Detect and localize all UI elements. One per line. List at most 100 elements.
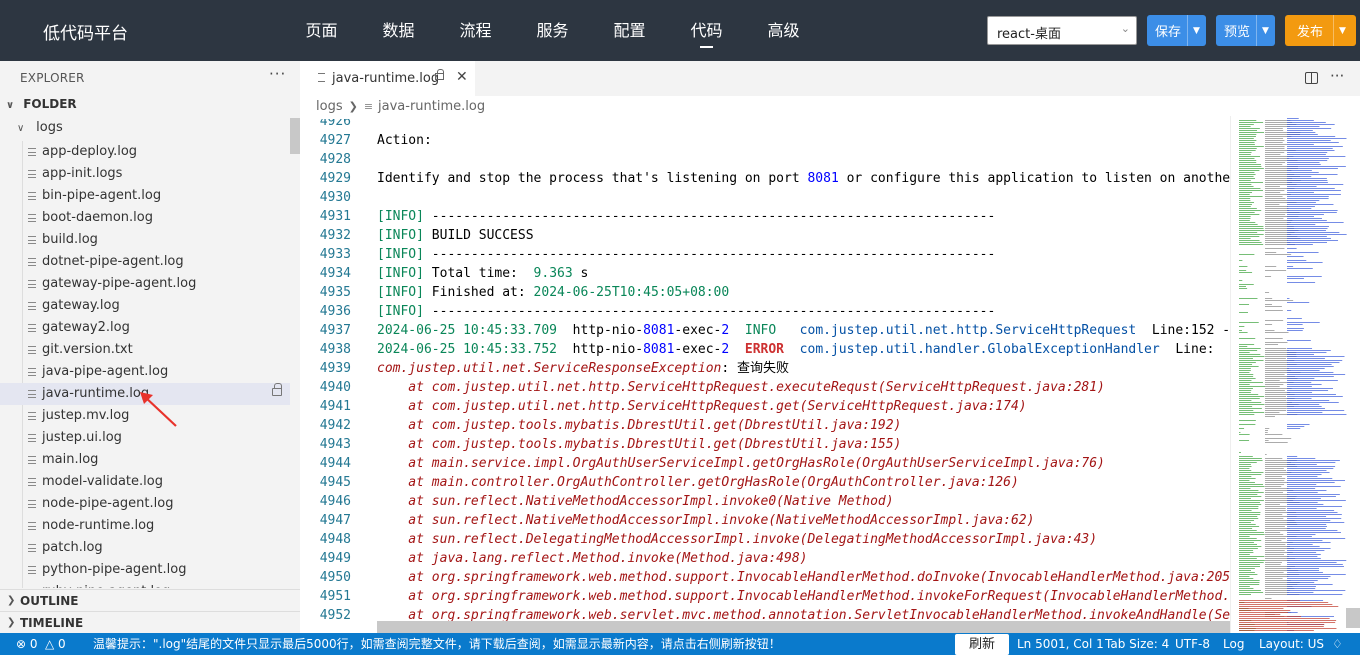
file-item[interactable]: gateway2.log xyxy=(0,317,290,339)
file-item[interactable]: dotnet-pipe-agent.log xyxy=(0,251,290,273)
refresh-button[interactable]: 刷新 xyxy=(955,634,1009,655)
chevron-down-icon: ⌄ xyxy=(1120,22,1130,35)
file-item[interactable]: java-pipe-agent.log xyxy=(0,361,290,383)
code-token: at sun.reflect.DelegatingMethodAccessorI… xyxy=(377,532,1098,547)
publish-dropdown-icon[interactable]: ▼ xyxy=(1333,15,1351,46)
code-token: 8081 xyxy=(643,342,675,357)
timeline-section[interactable]: ❯ TIMELINE xyxy=(0,611,300,633)
nav-pages[interactable]: 页面 xyxy=(283,0,360,61)
file-item[interactable]: git.version.txt xyxy=(0,339,290,361)
breadcrumb-logs[interactable]: logs xyxy=(316,99,343,114)
lock-icon xyxy=(272,383,282,396)
file-icon xyxy=(318,73,325,82)
file-item[interactable]: app-init.logs xyxy=(0,163,290,185)
file-item[interactable]: python-pipe-agent.log xyxy=(0,559,290,581)
file-item[interactable]: app-deploy.log xyxy=(0,141,290,163)
line-number: 4927 xyxy=(319,133,351,148)
file-name: java-pipe-agent.log xyxy=(42,364,169,379)
code-token: com.justep.util.net.ServiceResponseExcep… xyxy=(377,361,722,376)
timeline-label: TIMELINE xyxy=(20,616,84,630)
keyboard-layout[interactable]: Layout: US xyxy=(1259,633,1324,655)
minimap[interactable] xyxy=(1230,116,1360,633)
save-dropdown-icon[interactable]: ▼ xyxy=(1187,15,1205,46)
split-editor-icon[interactable] xyxy=(1305,72,1318,84)
nav-data[interactable]: 数据 xyxy=(360,0,437,61)
chevron-down-icon: ∨ xyxy=(17,123,25,134)
code-line: 4936 [INFO] -----------------------------… xyxy=(300,302,1230,321)
line-number: 4938 xyxy=(319,342,351,357)
file-item[interactable]: model-validate.log xyxy=(0,471,290,493)
warning-count[interactable]: △ 0 xyxy=(45,633,66,655)
code-view[interactable]: 4926 4927 Action: 4928 4929 Identify and stop… xyxy=(300,119,1230,633)
file-item[interactable]: node-pipe-agent.log xyxy=(0,493,290,515)
encoding[interactable]: UTF-8 xyxy=(1175,633,1210,655)
nav-process[interactable]: 流程 xyxy=(437,0,514,61)
line-number: 4942 xyxy=(319,418,351,433)
code-line: 4928 xyxy=(300,150,1230,169)
error-count[interactable]: ⊗ 0 xyxy=(16,633,38,655)
file-icon xyxy=(28,170,36,178)
line-number: 4943 xyxy=(319,437,351,452)
code-token: Finished at: xyxy=(423,285,534,300)
code-token: at com.justep.util.net.http.ServiceHttpR… xyxy=(377,399,1027,414)
language-mode[interactable]: Log xyxy=(1223,633,1244,655)
file-item[interactable]: ruby-pipe-agent.log xyxy=(0,581,290,588)
breadcrumb-file[interactable]: java-runtime.log xyxy=(378,99,485,114)
code-token: [INFO] xyxy=(377,247,424,262)
file-icon xyxy=(28,500,36,508)
more-icon[interactable]: ··· xyxy=(1330,67,1344,85)
file-item[interactable]: patch.log xyxy=(0,537,290,559)
file-item[interactable]: gateway-pipe-agent.log xyxy=(0,273,290,295)
nav-config[interactable]: 配置 xyxy=(591,0,668,61)
line-number: 4947 xyxy=(319,513,351,528)
file-item[interactable]: bin-pipe-agent.log xyxy=(0,185,290,207)
cursor-position[interactable]: Ln 5001, Col 1 xyxy=(1017,633,1104,655)
file-name: dotnet-pipe-agent.log xyxy=(42,254,184,269)
platform-select[interactable]: react-桌面 ⌄ xyxy=(987,16,1137,45)
file-icon xyxy=(28,236,36,244)
file-icon xyxy=(28,324,36,332)
outline-section[interactable]: ❯ OUTLINE xyxy=(0,589,300,611)
vertical-scrollbar[interactable] xyxy=(1346,608,1360,628)
save-label: 保存 xyxy=(1155,25,1182,40)
file-item[interactable]: main.log xyxy=(0,449,290,471)
file-item[interactable]: justep.ui.log xyxy=(0,427,290,449)
preview-button[interactable]: 预览 ▼ xyxy=(1216,15,1275,46)
tab-title: java-runtime.log xyxy=(332,71,440,86)
file-icon xyxy=(28,434,36,442)
preview-label: 预览 xyxy=(1224,25,1251,40)
file-item[interactable]: gateway.log xyxy=(0,295,290,317)
horizontal-scrollbar[interactable] xyxy=(377,621,1230,633)
file-name: gateway-pipe-agent.log xyxy=(42,276,197,291)
nav-advanced[interactable]: 高级 xyxy=(745,0,822,61)
line-content: [INFO] ---------------------------------… xyxy=(377,245,995,264)
code-line: 4942 at com.justep.tools.mybatis.DbrestU… xyxy=(300,416,1230,435)
logs-folder[interactable]: ∨ logs xyxy=(17,120,63,140)
save-button[interactable]: 保存 ▼ xyxy=(1147,15,1206,46)
line-content: at com.justep.util.net.http.ServiceHttpR… xyxy=(377,378,1105,397)
code-token: : 查询失败 xyxy=(721,361,790,376)
tab-size[interactable]: Tab Size: 4 xyxy=(1105,633,1169,655)
file-icon xyxy=(28,412,36,420)
sidebar-scrollbar[interactable] xyxy=(290,118,300,154)
more-icon[interactable]: ··· xyxy=(269,65,286,83)
code-token: Action: xyxy=(377,133,432,148)
file-name: gateway.log xyxy=(42,298,120,313)
file-icon xyxy=(28,148,36,156)
file-name: ruby-pipe-agent.log xyxy=(42,584,170,588)
folder-section[interactable]: ∨ FOLDER xyxy=(0,97,300,117)
log-tip: 温馨提示：".log"结尾的文件只显示最后5000行，如需查阅完整文件，请下载后… xyxy=(93,637,781,651)
preview-dropdown-icon[interactable]: ▼ xyxy=(1256,15,1274,46)
lock-icon xyxy=(435,69,444,80)
nav-code[interactable]: 代码 xyxy=(668,0,745,61)
close-icon[interactable]: ✕ xyxy=(456,69,468,85)
code-line: 4943 at com.justep.tools.mybatis.DbrestU… xyxy=(300,435,1230,454)
nav-services[interactable]: 服务 xyxy=(514,0,591,61)
code-token: or configure this application to listen … xyxy=(846,171,1230,186)
file-item[interactable]: build.log xyxy=(0,229,290,251)
publish-button[interactable]: 发布 ▼ xyxy=(1285,15,1356,46)
tab-java-runtime-log[interactable]: java-runtime.log ✕ xyxy=(300,61,475,96)
file-item[interactable]: boot-daemon.log xyxy=(0,207,290,229)
file-item[interactable]: node-runtime.log xyxy=(0,515,290,537)
bell-icon[interactable]: ♢ xyxy=(1332,633,1343,655)
